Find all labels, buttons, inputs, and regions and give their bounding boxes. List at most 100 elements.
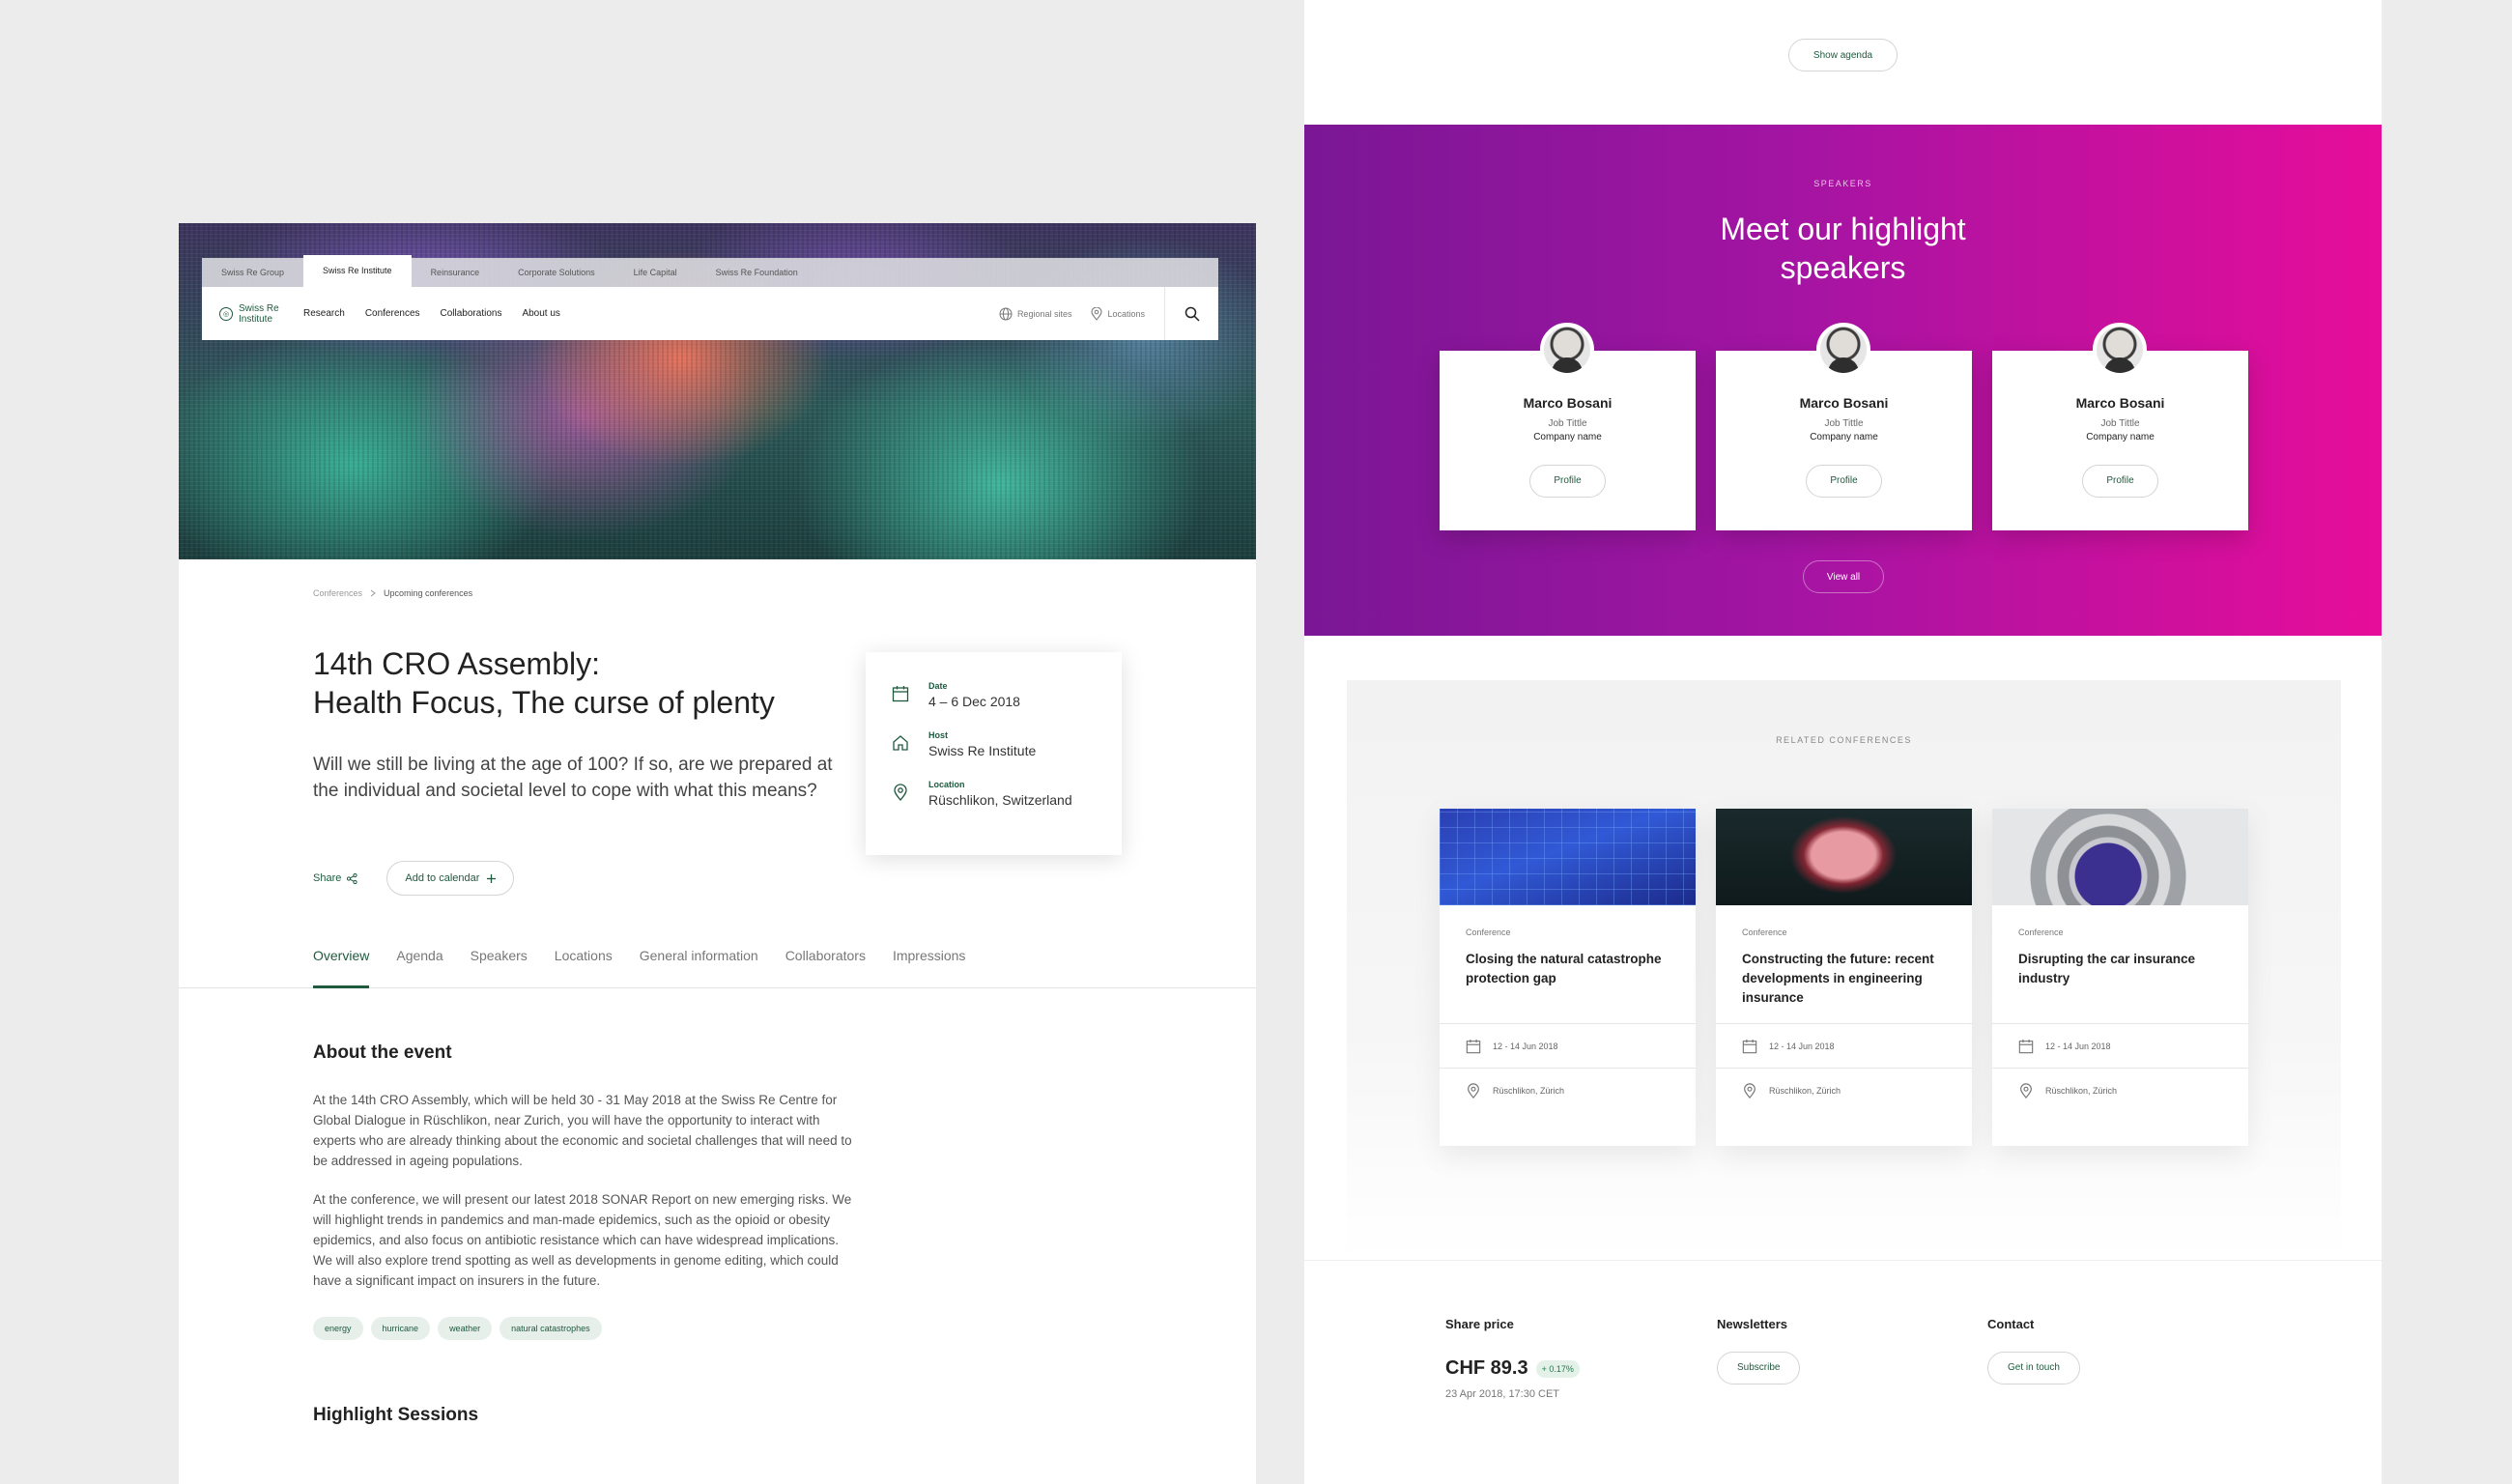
tab-speakers[interactable]: Speakers bbox=[471, 942, 528, 988]
group-tab-life-capital[interactable]: Life Capital bbox=[614, 258, 697, 287]
group-nav: Swiss Re Group Swiss Re Institute Reinsu… bbox=[202, 255, 1218, 287]
speaker-name: Marco Bosani bbox=[1799, 395, 1889, 411]
get-in-touch-button[interactable]: Get in touch bbox=[1987, 1352, 2080, 1384]
newsletters-title: Newsletters bbox=[1717, 1317, 1787, 1331]
conference-card[interactable]: Conference Closing the natural catastrop… bbox=[1440, 809, 1696, 1146]
share-label: Share bbox=[313, 872, 342, 884]
conference-location: Rüschlikon, Zürich bbox=[1716, 1068, 1972, 1112]
speaker-card: Marco Bosani Job Tittle Company name Pro… bbox=[1440, 323, 1696, 530]
avatar bbox=[1816, 323, 1870, 377]
show-agenda-button[interactable]: Show agenda bbox=[1788, 39, 1898, 71]
group-tab-reinsurance[interactable]: Reinsurance bbox=[412, 258, 500, 287]
speakers-title-line-2: speakers bbox=[1780, 250, 1906, 285]
locations-label: Locations bbox=[1107, 308, 1145, 319]
highlight-sessions-heading: Highlight Sessions bbox=[313, 1405, 479, 1425]
add-to-calendar-button[interactable]: Add to calendar bbox=[386, 861, 515, 896]
search-button[interactable] bbox=[1164, 287, 1218, 340]
nav-collaborations[interactable]: Collaborations bbox=[441, 308, 502, 319]
tag-hurricane[interactable]: hurricane bbox=[370, 1317, 431, 1340]
location-label: Location bbox=[928, 780, 965, 789]
plus-icon bbox=[487, 873, 497, 883]
tab-agenda[interactable]: Agenda bbox=[396, 942, 442, 988]
search-icon bbox=[1185, 306, 1200, 322]
speaker-job: Job Tittle bbox=[2100, 418, 2140, 429]
tab-general-information[interactable]: General information bbox=[640, 942, 758, 988]
about-paragraph-1: At the 14th CRO Assembly, which will be … bbox=[313, 1093, 852, 1168]
conference-card[interactable]: Conference Constructing the future: rece… bbox=[1716, 809, 1972, 1146]
location-pin-icon bbox=[1744, 1082, 1756, 1099]
speaker-job: Job Tittle bbox=[1548, 418, 1587, 429]
related-kicker: RELATED CONFERENCES bbox=[1776, 735, 1912, 745]
title-line-2: Health Focus, The curse of plenty bbox=[313, 685, 775, 720]
calendar-icon bbox=[2018, 1039, 2034, 1053]
host-value: Swiss Re Institute bbox=[928, 743, 1037, 758]
speaker-job: Job Tittle bbox=[1824, 418, 1864, 429]
action-row: Share Add to calendar bbox=[313, 861, 515, 896]
profile-button[interactable]: Profile bbox=[1806, 465, 1882, 498]
avatar bbox=[1540, 323, 1594, 377]
home-icon bbox=[893, 735, 908, 751]
conference-title: Constructing the future: recent developm… bbox=[1742, 952, 1934, 1005]
tag-list: energy hurricane weather natural catastr… bbox=[313, 1317, 602, 1340]
group-tab-swiss-re-institute[interactable]: Swiss Re Institute bbox=[303, 255, 412, 287]
chevron-right-icon bbox=[370, 589, 376, 597]
nav-about-us[interactable]: About us bbox=[522, 308, 559, 319]
breadcrumb-parent[interactable]: Conferences bbox=[313, 588, 362, 598]
conference-card[interactable]: Conference Disrupting the car insurance … bbox=[1992, 809, 2248, 1146]
contact-column: Contact Get in touch bbox=[1987, 1317, 2080, 1384]
info-location: Location Rüschlikon, Switzerland bbox=[892, 780, 1122, 808]
tag-weather[interactable]: weather bbox=[438, 1317, 493, 1340]
info-date: Date 4 – 6 Dec 2018 bbox=[892, 681, 1122, 709]
conference-image bbox=[1716, 809, 1972, 905]
main-nav: ◎ Swiss Re Institute Research Conference… bbox=[202, 287, 1218, 340]
nav-conferences[interactable]: Conferences bbox=[365, 308, 420, 319]
group-tab-swiss-re-group[interactable]: Swiss Re Group bbox=[202, 258, 303, 287]
conference-image bbox=[1992, 809, 2248, 905]
share-price-title: Share price bbox=[1445, 1317, 1514, 1331]
calendar-icon bbox=[892, 686, 909, 702]
share-price-date: 23 Apr 2018, 17:30 CET bbox=[1445, 1388, 1560, 1400]
tab-locations[interactable]: Locations bbox=[555, 942, 613, 988]
share-icon bbox=[347, 872, 357, 884]
conference-location: Rüschlikon, Zürich bbox=[1440, 1068, 1696, 1112]
speaker-card: Marco Bosani Job Tittle Company name Pro… bbox=[1992, 323, 2248, 530]
speakers-title: Meet our highlight speakers bbox=[1304, 210, 2382, 287]
group-tab-corporate-solutions[interactable]: Corporate Solutions bbox=[499, 258, 614, 287]
tag-energy[interactable]: energy bbox=[313, 1317, 363, 1340]
conference-kicker: Conference bbox=[1466, 928, 1511, 937]
conference-image bbox=[1440, 809, 1696, 905]
locations-link[interactable]: Locations bbox=[1091, 306, 1145, 321]
conference-date-value: 12 - 14 Jun 2018 bbox=[1493, 1041, 1558, 1051]
location-pin-icon bbox=[894, 784, 907, 801]
conference-date-value: 12 - 14 Jun 2018 bbox=[1769, 1041, 1835, 1051]
group-tab-foundation[interactable]: Swiss Re Foundation bbox=[697, 258, 817, 287]
profile-button[interactable]: Profile bbox=[2082, 465, 2158, 498]
speakers-section: SPEAKERS Meet our highlight speakers Mar… bbox=[1304, 125, 2382, 636]
nav-research[interactable]: Research bbox=[303, 308, 345, 319]
speaker-company: Company name bbox=[1533, 432, 1602, 442]
tab-impressions[interactable]: Impressions bbox=[893, 942, 965, 988]
view-all-button[interactable]: View all bbox=[1803, 560, 1884, 593]
tag-natural-catastrophes[interactable]: natural catastrophes bbox=[500, 1317, 602, 1340]
newsletters-column: Newsletters Subscribe bbox=[1717, 1317, 1801, 1384]
about-heading: About the event bbox=[313, 1042, 452, 1063]
conference-date-value: 12 - 14 Jun 2018 bbox=[2045, 1041, 2111, 1051]
subscribe-button[interactable]: Subscribe bbox=[1717, 1352, 1801, 1384]
conference-location-value: Rüschlikon, Zürich bbox=[2045, 1085, 2118, 1096]
event-info-card: Date 4 – 6 Dec 2018 Host Swiss Re Instit… bbox=[866, 652, 1122, 855]
tab-overview[interactable]: Overview bbox=[313, 942, 370, 988]
conference-date: 12 - 14 Jun 2018 bbox=[1716, 1023, 1972, 1068]
profile-button[interactable]: Profile bbox=[1529, 465, 1606, 498]
share-button[interactable]: Share bbox=[313, 872, 357, 884]
brand-logo[interactable]: ◎ Swiss Re Institute bbox=[202, 303, 303, 325]
location-value: Rüschlikon, Switzerland bbox=[928, 792, 1072, 808]
conference-kicker: Conference bbox=[1742, 928, 1787, 937]
brand-sub: Institute bbox=[239, 313, 273, 325]
conference-title: Disrupting the car insurance industry bbox=[2018, 952, 2196, 985]
speaker-name: Marco Bosani bbox=[1523, 395, 1613, 411]
tab-collaborators[interactable]: Collaborators bbox=[785, 942, 866, 988]
date-label: Date bbox=[928, 681, 948, 691]
regional-sites-link[interactable]: Regional sites bbox=[999, 307, 1071, 321]
title-line-1: 14th CRO Assembly: bbox=[313, 646, 600, 681]
add-calendar-label: Add to calendar bbox=[405, 872, 480, 884]
